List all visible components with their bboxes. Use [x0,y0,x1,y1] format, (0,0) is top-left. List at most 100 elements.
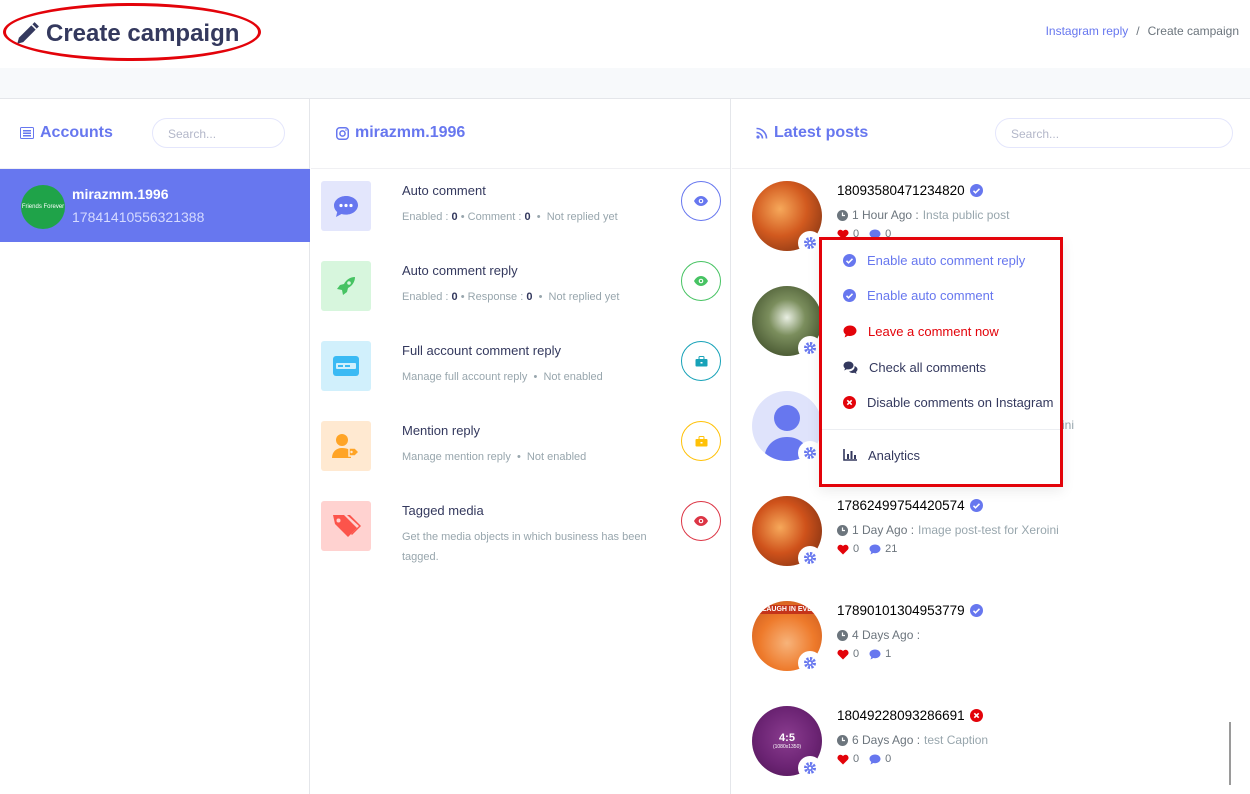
rocket-icon [321,261,371,311]
scrollbar[interactable] [1229,722,1231,785]
clock-icon [837,734,848,746]
post-meta: 1 Day Ago : Image post-test for Xeroini [837,523,1059,537]
feature-subtitle: Get the media objects in which business … [402,531,647,563]
user-tag-icon [321,421,371,471]
post-item: 17862499754420574 1 Day Ago : Image post-… [752,496,1232,576]
feature-title: Auto comment reply [402,263,518,278]
check-circle-icon [969,184,983,197]
post-stats: 0 1 [837,648,891,660]
feature-tagged-media: Tagged media Get the media objects in wh… [321,501,721,571]
accounts-search-input[interactable]: Search... [152,118,285,148]
accounts-heading-text: Accounts [40,124,113,141]
thumbnail-text: LAUGH IN EVE [759,605,815,614]
account-id: 17841410556321388 [72,209,205,225]
menu-analytics[interactable]: Analytics [843,445,920,465]
posts-search-input[interactable]: Search... [995,118,1233,148]
menu-disable-comments[interactable]: Disable comments on Instagram [843,392,1053,412]
menu-check-all-comments[interactable]: Check all comments [843,357,986,377]
gear-icon [804,237,816,249]
check-circle-icon [969,499,983,512]
briefcase-icon [695,435,707,446]
breadcrumb-instagram-reply[interactable]: Instagram reply [1046,24,1129,38]
feature-mention-reply: Mention reply Manage mention reply • Not… [321,421,721,481]
account-panel: mirazmm.1996 Auto comment Enabled : 0 • … [311,99,731,794]
mention-reply-button[interactable] [681,421,721,461]
post-id: 17862499754420574 [837,498,983,513]
feature-full-account-reply: Full account comment reply Manage full a… [321,341,721,401]
feature-auto-comment: Auto comment Enabled : 0 • Comment : 0 •… [321,181,721,241]
eye-icon [694,276,708,286]
accounts-panel: Accounts Search... Friends Forever miraz… [0,99,310,794]
accounts-header: Accounts Search... [0,99,309,169]
menu-leave-comment[interactable]: Leave a comment now [843,321,999,341]
clock-icon [837,209,848,221]
list-icon [20,127,34,139]
feature-auto-comment-reply: Auto comment reply Enabled : 0 • Respons… [321,261,721,321]
heart-icon [837,649,849,659]
rss-icon [756,127,768,139]
eye-icon [694,516,708,526]
gear-icon [804,447,816,459]
posts-header: Latest posts Search... [732,99,1250,169]
post-item: 4:5 (1080x1350) 18049228093286691 6 Days… [752,706,1232,786]
post-settings-button[interactable] [798,756,822,780]
thumbnail-subtext: (1080x1350) [772,744,802,750]
check-circle-icon [843,253,856,267]
auto-comment-view-button[interactable] [681,181,721,221]
section-band [0,68,1250,99]
post-id: 17890101304953779 [837,603,983,618]
menu-enable-auto-comment[interactable]: Enable auto comment [843,285,993,305]
comment-icon [869,649,881,659]
full-account-reply-button[interactable] [681,341,721,381]
breadcrumb: Instagram reply / Create campaign [1046,24,1239,38]
thumbnail-text: 4:5 [779,732,795,744]
post-stats: 0 21 [837,543,897,555]
post-settings-button[interactable] [798,651,822,675]
times-circle-icon [969,709,983,722]
account-item[interactable]: Friends Forever mirazmm.1996 17841410556… [0,169,310,242]
account-name: mirazmm.1996 [72,186,169,202]
clock-icon [837,629,848,641]
comment-icon [869,754,881,764]
gear-icon [804,552,816,564]
page-header: Create campaign Instagram reply / Create… [0,0,1250,68]
comment-dots-icon [321,181,371,231]
breadcrumb-current: Create campaign [1147,24,1239,38]
posts-heading: Latest posts [756,124,868,142]
feature-subtitle: Manage full account reply • Not enabled [402,371,603,383]
feature-title: Mention reply [402,423,481,438]
gear-icon [804,762,816,774]
feature-subtitle: Enabled : 0 • Comment : 0 • Not replied … [402,211,618,223]
post-meta: 1 Hour Ago : Insta public post [837,208,1009,222]
gear-icon [804,657,816,669]
menu-enable-auto-comment-reply[interactable]: Enable auto comment reply [843,250,1025,270]
account-panel-header: mirazmm.1996 [311,99,730,169]
times-circle-icon [843,395,856,409]
post-actions-menu: Enable auto comment reply Enable auto co… [819,237,1063,487]
auto-comment-reply-view-button[interactable] [681,261,721,301]
account-panel-heading: mirazmm.1996 [336,124,465,142]
feature-subtitle: Manage mention reply • Not enabled [402,451,587,463]
post-meta: 4 Days Ago : [837,628,924,642]
feature-title: Full account comment reply [402,343,561,358]
feature-subtitle: Enabled : 0 • Response : 0 • Not replied… [402,291,620,303]
comment-icon [843,325,857,337]
eye-icon [694,196,708,206]
post-settings-button[interactable] [798,546,822,570]
menu-divider [822,429,1060,430]
tagged-media-view-button[interactable] [681,501,721,541]
comments-icon [843,361,858,374]
feature-title: Tagged media [402,503,484,518]
highlight-ellipse [3,3,261,61]
credit-card-icon [321,341,371,391]
heart-icon [837,544,849,554]
breadcrumb-separator: / [1136,24,1140,38]
feature-title: Auto comment [402,183,486,198]
check-circle-icon [969,604,983,617]
accounts-heading: Accounts [20,124,113,142]
post-id: 18093580471234820 [837,183,983,198]
gear-icon [804,342,816,354]
post-stats: 0 0 [837,753,891,765]
check-circle-icon [843,288,856,302]
chart-bar-icon [843,449,857,461]
